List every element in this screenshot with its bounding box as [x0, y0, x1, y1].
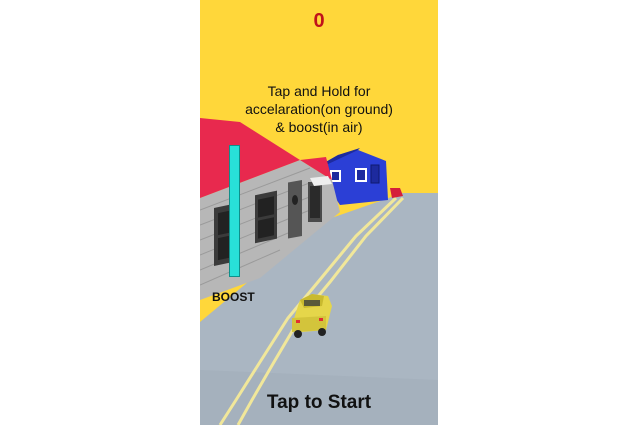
score-display: 0 [313, 10, 325, 32]
instructions-text: Tap and Hold for accelaration(on ground)… [200, 82, 438, 136]
boost-label: BOOST [212, 290, 255, 304]
tap-to-start-prompt[interactable]: Tap to Start [200, 392, 438, 414]
instructions-line-2: accelaration(on ground) [245, 101, 393, 117]
game-viewport[interactable]: 0 Tap and Hold for accelaration(on groun… [200, 0, 438, 425]
instructions-line-1: Tap and Hold for [267, 83, 371, 99]
instructions-line-3: & boost(in air) [275, 119, 363, 135]
boost-meter [229, 145, 240, 277]
